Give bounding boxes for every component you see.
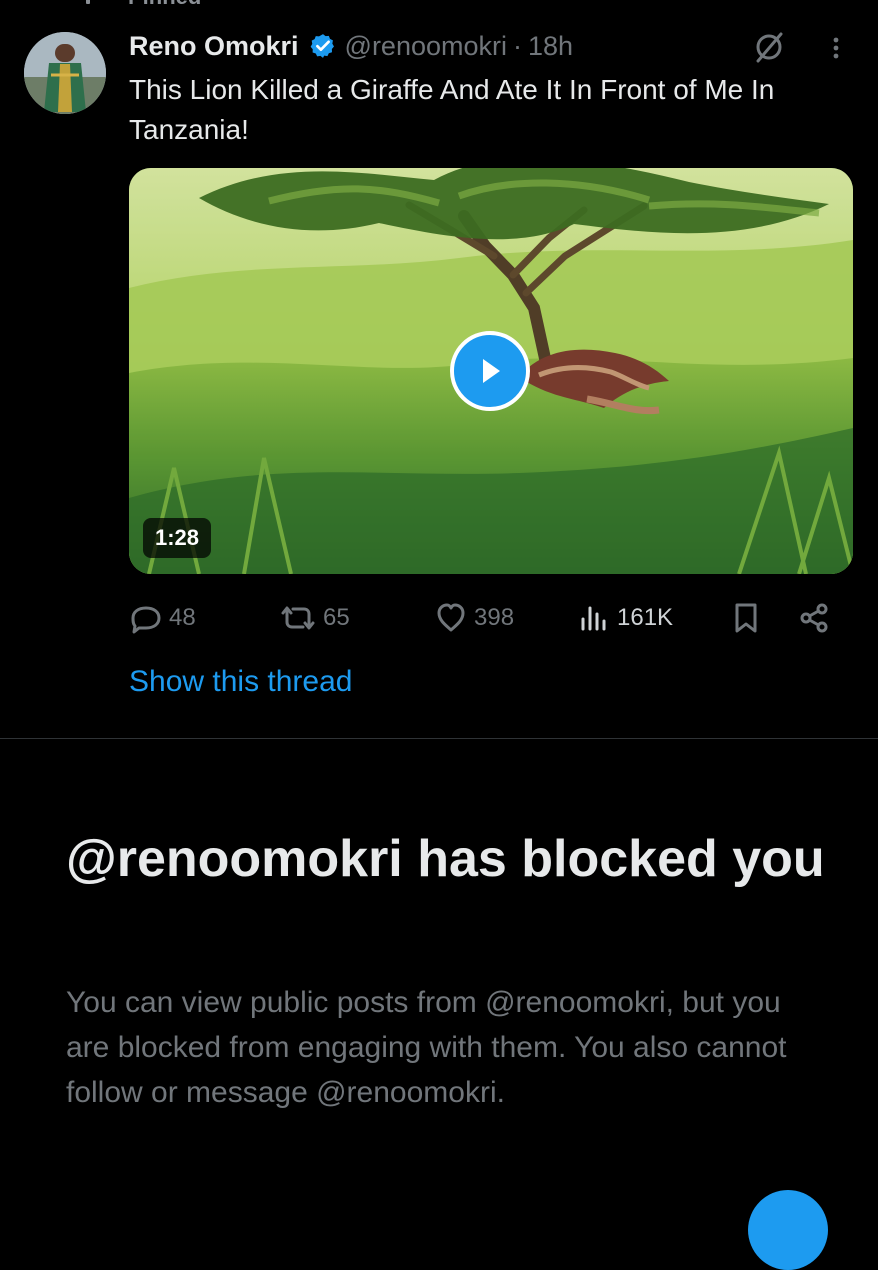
views-icon [581,606,606,631]
like-count: 398 [474,604,515,631]
tweet-header: Reno Omokri @renoomokri · 18h [129,28,573,64]
repost-count: 65 [323,604,350,631]
blocked-title: @renoomokri has blocked you [66,830,825,888]
separator-dot: · [513,30,522,61]
reply-count: 48 [169,604,196,631]
like-action[interactable]: 398 [434,596,514,640]
repost-action[interactable]: 65 [279,596,350,640]
author-name[interactable]: Reno Omokri [129,31,299,62]
heart-icon [437,603,465,632]
author-handle[interactable]: @renoomokri [345,31,507,62]
video-player[interactable]: 1:28 [129,168,853,574]
compose-button[interactable] [748,1190,828,1270]
more-options-icon[interactable] [822,34,850,62]
reply-action[interactable]: 48 [129,596,196,640]
verified-badge-icon [310,34,334,58]
show-thread-link[interactable]: Show this thread [129,665,352,699]
pinned-label: Pinned [128,0,201,10]
share-action[interactable] [798,596,838,640]
section-divider [0,738,878,739]
avatar[interactable] [24,32,106,114]
bookmark-action[interactable] [730,596,768,640]
tweet-text: This Lion Killed a Giraffe And Ate It In… [129,74,775,145]
repost-icon [281,606,315,630]
tweet-actions: 48 65 398 161K [129,596,849,640]
grok-icon[interactable] [752,30,786,64]
tweet-time[interactable]: 18h [528,31,573,62]
blocked-message: You can view public posts from @renoomok… [66,986,787,1109]
views-action[interactable]: 161K [577,596,673,640]
views-count: 161K [617,604,674,631]
play-button[interactable] [450,331,530,411]
play-icon [483,359,500,383]
video-duration: 1:28 [143,518,212,558]
share-icon [800,603,828,633]
reply-icon [131,606,161,634]
pin-icon [86,0,90,4]
bookmark-icon [735,603,757,633]
